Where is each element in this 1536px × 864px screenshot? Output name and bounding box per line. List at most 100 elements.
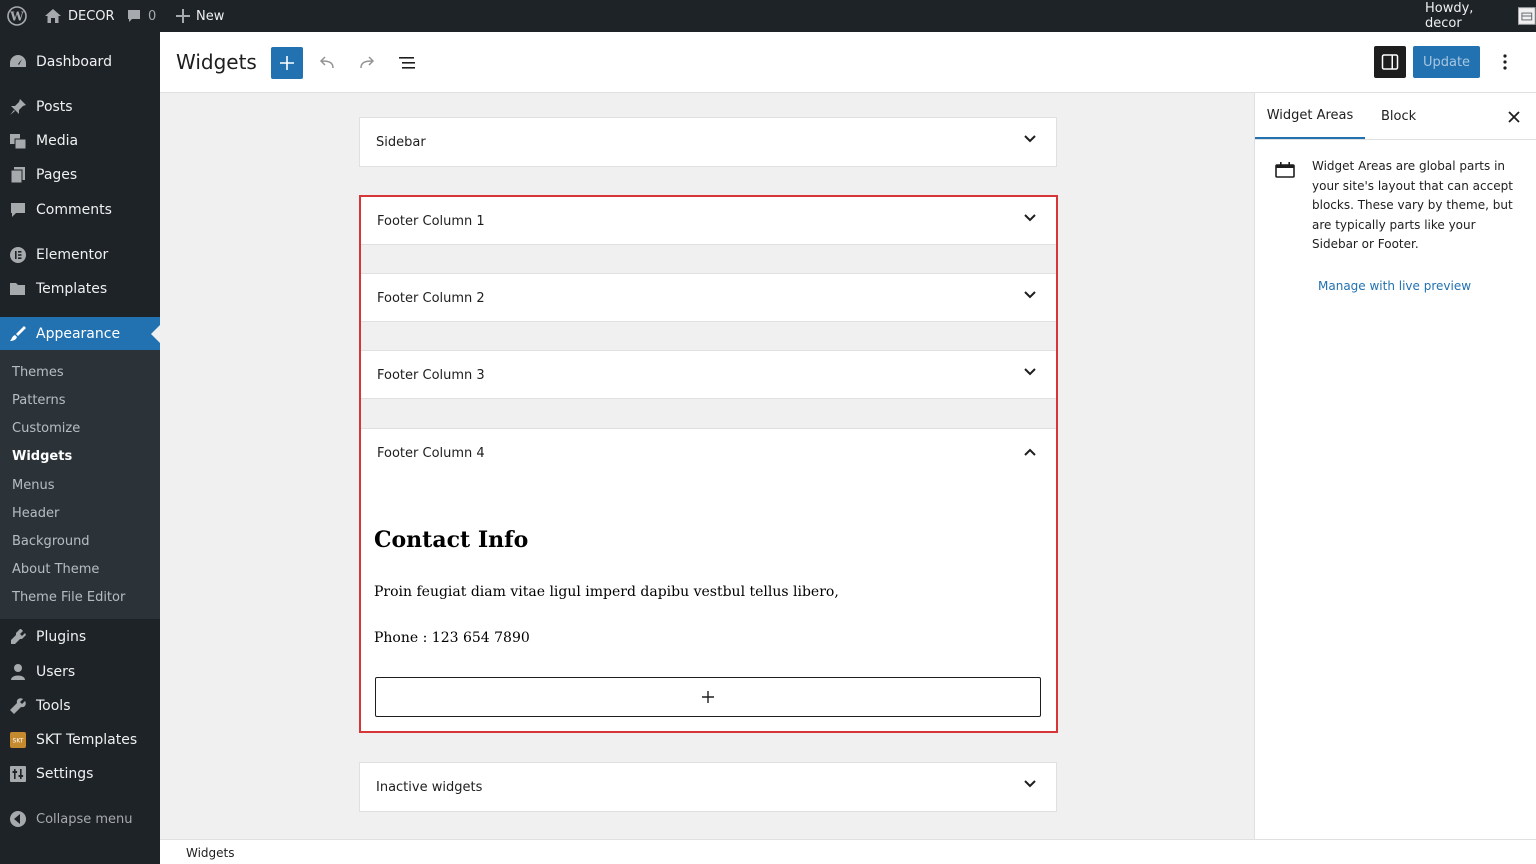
collapse-menu-button[interactable]: Collapse menu: [0, 802, 160, 836]
update-button[interactable]: Update: [1413, 46, 1480, 78]
widget-area-title: Footer Column 3: [377, 367, 485, 383]
add-block-button[interactable]: [375, 677, 1041, 717]
menu-item-users[interactable]: Users: [0, 655, 160, 689]
page-title: Widgets: [176, 50, 257, 74]
menu-label: Posts: [36, 99, 73, 115]
menu-label: Media: [36, 133, 79, 149]
widget-area-header[interactable]: Footer Column 4: [361, 429, 1056, 477]
widget-area-header[interactable]: Footer Column 2: [361, 274, 1056, 322]
contact-phone[interactable]: Phone : 123 654 7890: [374, 630, 530, 646]
editor-footer: Widgets: [160, 839, 1536, 864]
list-view-button[interactable]: [395, 47, 419, 79]
menu-item-media[interactable]: Media: [0, 124, 160, 158]
manage-live-preview-link[interactable]: Manage with live preview: [1318, 279, 1471, 293]
block-inserter-button[interactable]: [271, 47, 303, 79]
elementor-icon: [0, 246, 36, 264]
widget-area-icon: [1275, 162, 1295, 178]
new-content-link[interactable]: New: [176, 0, 224, 32]
account-menu[interactable]: Howdy, decor: [1425, 0, 1536, 32]
list-view-icon: [399, 57, 415, 69]
menu-item-skt-templates[interactable]: SKT SKT Templates: [0, 723, 160, 757]
collapse-arrow-icon: [0, 810, 36, 828]
widget-area-footer-column-3[interactable]: Footer Column 3: [361, 350, 1056, 399]
sidebar-icon: [1381, 54, 1399, 70]
widget-areas-description: Widget Areas are global parts in your si…: [1312, 159, 1513, 251]
tab-widget-areas[interactable]: Widget Areas: [1255, 93, 1365, 139]
menu-label: Plugins: [36, 629, 87, 645]
more-options-button[interactable]: [1493, 46, 1517, 78]
settings-sidebar: Widget Areas Block Widget Areas are glob…: [1254, 93, 1536, 839]
menu-label: Tools: [36, 698, 71, 714]
menu-label: Dashboard: [36, 54, 112, 70]
submenu-item-themes[interactable]: Themes: [12, 363, 64, 383]
widget-area-header[interactable]: Inactive widgets: [360, 763, 1056, 811]
menu-item-elementor[interactable]: Elementor: [0, 238, 160, 272]
collapse-label: Collapse menu: [36, 811, 133, 827]
comments-link[interactable]: 0: [126, 0, 156, 32]
contact-paragraph[interactable]: Proin feugiat diam vitae ligul imperd da…: [374, 584, 839, 600]
menu-label: Settings: [36, 766, 94, 782]
submenu-item-customize[interactable]: Customize: [12, 419, 80, 439]
area-gap: [361, 245, 1056, 273]
undo-button[interactable]: [315, 47, 339, 79]
widget-area-header[interactable]: Sidebar: [360, 118, 1056, 166]
widget-area-title: Footer Column 2: [377, 290, 485, 306]
widget-area-inactive[interactable]: Inactive widgets: [359, 762, 1057, 812]
plus-icon: [702, 691, 714, 703]
new-label: New: [196, 8, 225, 24]
submenu-item-menus[interactable]: Menus: [12, 476, 54, 496]
menu-item-settings[interactable]: Settings: [0, 757, 160, 791]
comment-icon: [0, 201, 36, 219]
submenu-item-header[interactable]: Header: [12, 504, 59, 524]
pages-icon: [0, 166, 36, 184]
menu-item-pages[interactable]: Pages: [0, 158, 160, 192]
wordpress-logo-icon[interactable]: W: [7, 0, 27, 32]
menu-item-tools[interactable]: Tools: [0, 689, 160, 723]
highlighted-footer-areas: Footer Column 1 Footer Column 2 Footer C…: [359, 195, 1058, 733]
menu-label: Comments: [36, 202, 112, 218]
chevron-down-icon: [1024, 291, 1036, 299]
menu-item-templates[interactable]: Templates: [0, 272, 160, 306]
wrench-icon: [0, 697, 36, 715]
chevron-up-icon: [1024, 448, 1036, 456]
widget-area-title: Footer Column 4: [377, 445, 485, 461]
chevron-down-icon: [1024, 368, 1036, 376]
comment-icon: [128, 10, 140, 22]
submenu-item-background[interactable]: Background: [12, 532, 90, 552]
menu-item-dashboard[interactable]: Dashboard: [0, 45, 160, 79]
site-name-link[interactable]: DECOR: [44, 0, 115, 32]
menu-label: Appearance: [36, 326, 121, 342]
submenu-item-theme-file-editor[interactable]: Theme File Editor: [12, 588, 125, 608]
menu-item-comments[interactable]: Comments: [0, 193, 160, 227]
menu-label: Templates: [36, 281, 108, 297]
area-gap: [361, 399, 1056, 428]
contact-heading[interactable]: Contact Info: [374, 527, 528, 553]
close-sidebar-button[interactable]: [1508, 108, 1520, 127]
plug-icon: [0, 628, 36, 646]
submenu-item-widgets[interactable]: Widgets: [12, 447, 72, 467]
menu-item-posts[interactable]: Posts: [0, 90, 160, 124]
widget-area-header[interactable]: Footer Column 3: [361, 351, 1056, 399]
media-icon: [0, 132, 36, 150]
settings-sidebar-toggle[interactable]: [1374, 46, 1406, 78]
menu-label: Pages: [36, 167, 78, 183]
sliders-icon: [0, 765, 36, 783]
menu-item-appearance[interactable]: Appearance: [0, 317, 160, 351]
widget-area-title: Inactive widgets: [376, 779, 483, 795]
svg-text:SKT: SKT: [13, 738, 24, 745]
widget-area-footer-column-1[interactable]: Footer Column 1: [361, 197, 1056, 245]
menu-item-plugins[interactable]: Plugins: [0, 620, 160, 654]
breadcrumb[interactable]: Widgets: [186, 846, 235, 860]
tab-block[interactable]: Block: [1381, 93, 1416, 139]
menu-label: SKT Templates: [36, 732, 138, 748]
tab-label: Block: [1381, 108, 1417, 124]
widget-area-header[interactable]: Footer Column 1: [361, 197, 1056, 245]
widget-area-sidebar[interactable]: Sidebar: [359, 117, 1057, 167]
submenu-item-patterns[interactable]: Patterns: [12, 391, 66, 411]
folder-icon: [0, 280, 36, 298]
comments-count: 0: [148, 8, 157, 24]
submenu-item-about-theme[interactable]: About Theme: [12, 560, 99, 580]
redo-button[interactable]: [355, 47, 379, 79]
widget-area-footer-column-2[interactable]: Footer Column 2: [361, 273, 1056, 322]
widget-area-title: Footer Column 1: [377, 213, 485, 229]
